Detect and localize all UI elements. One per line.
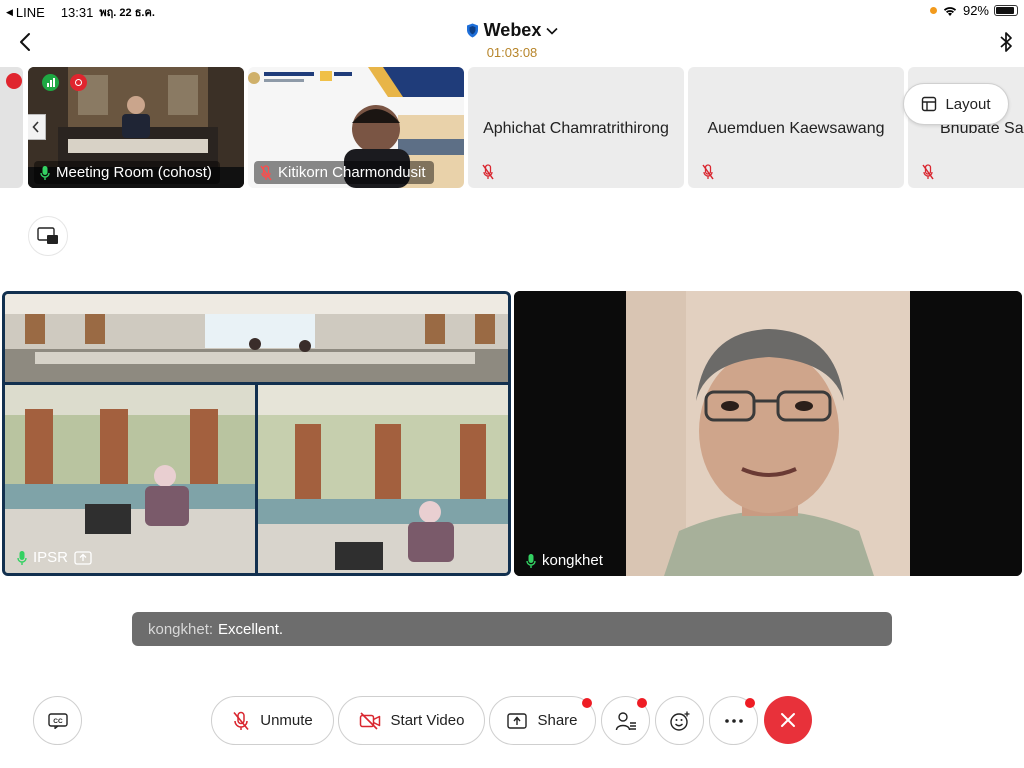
- status-date: พฤ. 22 ธ.ค.: [99, 7, 155, 19]
- back-triangle-icon: ◀: [6, 6, 13, 17]
- more-dots-icon: [724, 718, 743, 723]
- participant-label: IPSR: [11, 546, 100, 569]
- participant-label: kongkhet: [520, 549, 611, 572]
- chevron-left-icon: [32, 121, 39, 133]
- mic-on-icon: [526, 553, 536, 568]
- participant-label: Meeting Room (cohost): [34, 161, 220, 184]
- closed-captions-button[interactable]: CC: [33, 696, 82, 745]
- recording-icon: [70, 74, 87, 91]
- caption-text: Excellent.: [218, 620, 284, 638]
- battery-percent: 92%: [962, 3, 989, 18]
- participant-tile-meeting-room[interactable]: Meeting Room (cohost): [28, 67, 244, 188]
- kongkhet-video: [514, 291, 1022, 576]
- mic-indicator-dot: [929, 7, 937, 14]
- layout-button[interactable]: Layout: [903, 83, 1009, 125]
- caption-speaker: kongkhet:: [148, 620, 214, 638]
- closed-caption-bar: kongkhet: Excellent.: [132, 612, 892, 646]
- meeting-timer: 01:03:08: [486, 45, 538, 60]
- meeting-title-button[interactable]: Webex: [466, 20, 559, 41]
- mic-muted-icon: [260, 164, 272, 180]
- participant-name: Aphichat Chamratrithirong: [483, 120, 669, 137]
- reactions-button[interactable]: [655, 696, 704, 745]
- mic-on-icon: [17, 550, 27, 565]
- layout-icon: [922, 96, 937, 112]
- share-notification-badge: [582, 698, 592, 708]
- mic-muted-icon: [702, 164, 714, 180]
- participants-list-icon: [615, 711, 636, 730]
- mic-muted-icon: [482, 164, 494, 180]
- closed-captions-icon: CC: [47, 712, 68, 729]
- status-bar: ◀ LINE 13:31 พฤ. 22 ธ.ค. 92%: [0, 0, 1024, 22]
- participant-tile-kitikorn[interactable]: Kitikorn Charmondusit: [248, 67, 464, 188]
- participant-strip[interactable]: Meeting Room (cohost) Kitikorn Charmondu…: [0, 67, 1024, 188]
- picture-in-picture-icon: [37, 227, 58, 244]
- bluetooth-icon[interactable]: [996, 30, 1016, 54]
- network-quality-icon: [42, 74, 59, 91]
- ipsr-video: [5, 294, 508, 573]
- meeting-header: Webex 01:03:08: [0, 20, 1024, 60]
- participant-tile-partial[interactable]: [0, 67, 23, 188]
- participant-label: Kitikorn Charmondusit: [254, 161, 434, 184]
- self-view-button[interactable]: [28, 216, 68, 256]
- close-x-icon: [781, 713, 795, 727]
- chevron-down-icon: [546, 27, 558, 35]
- share-button[interactable]: Share: [489, 696, 596, 745]
- mic-on-icon: [40, 165, 50, 180]
- start-video-button[interactable]: Start Video: [338, 696, 485, 745]
- svg-text:CC: CC: [53, 718, 63, 725]
- unmute-button[interactable]: Unmute: [211, 696, 334, 745]
- main-video-ipsr[interactable]: IPSR: [2, 291, 511, 576]
- back-to-app-link[interactable]: ◀ LINE: [6, 5, 45, 20]
- shield-icon: [466, 23, 478, 38]
- participant-tile-auemduen[interactable]: Auemduen Kaewsawang: [688, 67, 904, 188]
- wifi-icon: [943, 6, 957, 16]
- main-video-kongkhet[interactable]: kongkhet: [514, 291, 1022, 576]
- video-off-icon: [359, 711, 380, 730]
- mic-muted-icon: [922, 164, 934, 180]
- share-screen-icon: [507, 712, 528, 729]
- share-screen-icon: [74, 550, 92, 565]
- more-notification-badge: [745, 698, 755, 708]
- strip-scroll-left-button[interactable]: [28, 114, 46, 140]
- mic-muted-icon: [233, 711, 249, 730]
- leave-meeting-button[interactable]: [764, 696, 812, 744]
- status-time: 13:31: [60, 4, 94, 20]
- participant-tile-aphichat[interactable]: Aphichat Chamratrithirong: [468, 67, 684, 188]
- mic-muted-badge-icon: [6, 73, 22, 89]
- add-reaction-icon: [669, 711, 689, 731]
- meeting-title: Webex: [483, 20, 542, 40]
- battery-icon: [994, 5, 1018, 16]
- participant-name: Auemduen Kaewsawang: [707, 120, 885, 137]
- participants-notification-badge: [637, 698, 647, 708]
